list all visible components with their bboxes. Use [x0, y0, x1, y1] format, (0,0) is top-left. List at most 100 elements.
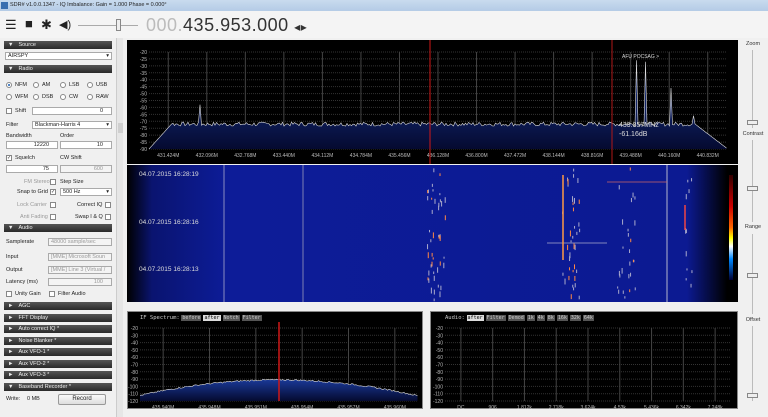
lock-carrier-checkbox[interactable] [50, 202, 56, 208]
frequency-value[interactable]: 435.953.000 [183, 15, 289, 35]
panel-header-label: Auto correct IQ * [18, 326, 60, 332]
expand-arrow-icon: ► [8, 337, 14, 344]
freq-tick-label: 432.768M [234, 153, 256, 159]
radio-header[interactable]: ▼ Radio [4, 65, 112, 73]
mode-radio-am[interactable] [33, 82, 39, 88]
anti-fading-checkbox[interactable] [50, 214, 56, 220]
panel-header-label: AGC [18, 303, 31, 309]
shift-input[interactable]: 0 [32, 107, 112, 115]
panel-header-collapsed[interactable]: ► Aux VFO-2 * [4, 359, 112, 368]
panel-header-collapsed[interactable]: ► AGC [4, 302, 112, 310]
speaker-icon[interactable]: ◀) [59, 18, 71, 31]
bandwidth-input[interactable]: 12220 [6, 141, 58, 149]
contrast-slider[interactable] [752, 140, 753, 222]
baseband-recorder-header[interactable]: ▼ Baseband Recorder * [4, 383, 112, 391]
db-tick-label: -90 [131, 377, 138, 383]
output-select[interactable]: [MME] Line 3 (Virtual / [48, 266, 112, 274]
swap-iq-checkbox[interactable] [105, 214, 111, 220]
source-select[interactable]: AIRSPY ▾ [5, 52, 112, 60]
panel-header-collapsed[interactable]: ► Auto correct IQ * [4, 325, 112, 333]
control-panel-scrollbar[interactable] [116, 38, 123, 417]
panel-header-collapsed[interactable]: ► Aux VFO-1 * [4, 348, 112, 356]
mode-radio-wfm[interactable] [6, 94, 12, 100]
stop-icon[interactable]: ■ [25, 16, 33, 31]
mode-radio-lsb[interactable] [60, 82, 66, 88]
if-spectrum-panel[interactable]: IF Spectrum: before after Notch Filter -20-… [127, 311, 423, 410]
window-title: SDR# v1.0.0.1347 - IQ Imbalance: Gain = … [10, 2, 167, 8]
contrast-slider-thumb[interactable] [747, 186, 758, 191]
mode-radio-raw[interactable] [87, 94, 93, 100]
panel-header-collapsed[interactable]: ► Noise Blanker * [4, 336, 112, 345]
waterfall-signal-dot [564, 278, 566, 285]
volume-slider-thumb[interactable] [116, 19, 121, 31]
waterfall-signal-dot [427, 196, 429, 201]
waterfall-signal-dot [617, 286, 619, 289]
latency-input[interactable]: 100 [48, 278, 112, 286]
squelch-checkbox[interactable]: ✓ [6, 155, 12, 161]
waterfall-signal-dot [573, 243, 575, 250]
shift-checkbox[interactable] [6, 108, 12, 114]
filter-audio-checkbox[interactable] [49, 291, 55, 297]
db-tick-label: -50 [131, 348, 138, 354]
waterfall-signal-dot [440, 285, 442, 291]
waterfall-panel[interactable]: 04.07.2015 16:28:19 04.07.2015 16:28:16 … [127, 165, 738, 302]
freq-tick-label: 906 [488, 405, 497, 410]
scrollbar-thumb[interactable] [118, 123, 123, 133]
zoom-slider[interactable] [752, 50, 753, 128]
audio-spectrum-panel[interactable]: Audio: after Filter Demod 1k 4k 8k 16k 32k 64k -… [430, 311, 738, 410]
tune-arrows-icon[interactable]: ◂▸ [294, 20, 307, 34]
source-header[interactable]: ▼ Source [4, 41, 112, 49]
waterfall-signal-dot [573, 174, 575, 178]
db-tick-label: -45 [140, 85, 147, 91]
squelch-input[interactable]: 75 [6, 165, 58, 173]
offset-slider-thumb[interactable] [747, 393, 758, 398]
input-select[interactable]: [MME] Microsoft Soun [48, 253, 112, 261]
bookmark-label[interactable]: AFU POCSAG > [622, 54, 659, 60]
hamburger-icon[interactable]: ☰ [5, 17, 17, 33]
volume-slider-track[interactable] [78, 25, 138, 26]
waterfall-signal-dot [632, 192, 634, 198]
waterfall-signal-dot [578, 222, 580, 227]
output-value: [MME] Line 3 (Virtual / [51, 267, 106, 273]
expand-arrow-icon: ► [8, 326, 14, 332]
zoom-label: Zoom [745, 41, 761, 47]
samplerate-select[interactable]: 48000 sample/sec [48, 238, 112, 246]
waterfall-signal-dot [630, 238, 632, 243]
db-tick-label: -75 [140, 126, 147, 132]
range-slider-thumb[interactable] [747, 273, 758, 278]
filter-select[interactable]: Blackman-Harris 4 ▾ [32, 121, 112, 129]
mode-label: LSB [69, 82, 80, 88]
waterfall-signal-dot [621, 267, 623, 274]
offset-slider[interactable] [752, 326, 753, 401]
waterfall-signal-dot [433, 275, 435, 281]
unity-gain-checkbox[interactable] [6, 291, 12, 297]
spectrum-panel[interactable]: -20 -25 -30 -35 -40 -45 -50 -55 -60 -65 -70 -75 -80-… [127, 40, 738, 164]
db-tick-label: -65 [140, 112, 147, 118]
fm-stereo-label: FM Stereo [24, 179, 50, 185]
correct-iq-checkbox[interactable] [105, 202, 111, 208]
cw-shift-input[interactable]: 600 [60, 165, 112, 173]
db-tick-label: -120 [128, 399, 138, 405]
fm-stereo-checkbox[interactable] [50, 179, 56, 185]
record-button[interactable]: Record [58, 394, 106, 405]
samplerate-value: 48000 sample/sec [51, 239, 96, 245]
snap-checkbox[interactable]: ✓ [50, 189, 56, 195]
waterfall-signal-dot [573, 287, 575, 291]
step-size-select[interactable]: 500 Hz ▾ [60, 188, 112, 196]
mode-radio-usb[interactable] [87, 82, 93, 88]
mode-radio-dsb[interactable] [33, 94, 39, 100]
zoom-slider-thumb[interactable] [747, 120, 758, 125]
mode-radio-cw[interactable] [60, 94, 66, 100]
waterfall-signal-dot [444, 215, 446, 221]
audio-spectrum-plot: -20-30 -40-50-60 -70-80-90-100 -110-120 DC 90… [433, 326, 731, 410]
cursor-level: -61.16dB [619, 131, 648, 138]
order-input[interactable]: 10 [60, 141, 112, 149]
audio-header[interactable]: ▼ Audio [4, 224, 112, 232]
frequency-display[interactable]: 000.435.953.000 ◂▸ [146, 15, 307, 36]
mode-radio-nfm[interactable] [6, 82, 12, 88]
waterfall-timestamp: 04.07.2015 16:28:13 [139, 266, 199, 273]
panel-header-collapsed[interactable]: ► FFT Display [4, 313, 112, 322]
panel-header-collapsed[interactable]: ► Aux VFO-3 * [4, 371, 112, 379]
waterfall-signal-dot [579, 228, 581, 233]
gear-icon[interactable]: ✱ [41, 17, 52, 33]
